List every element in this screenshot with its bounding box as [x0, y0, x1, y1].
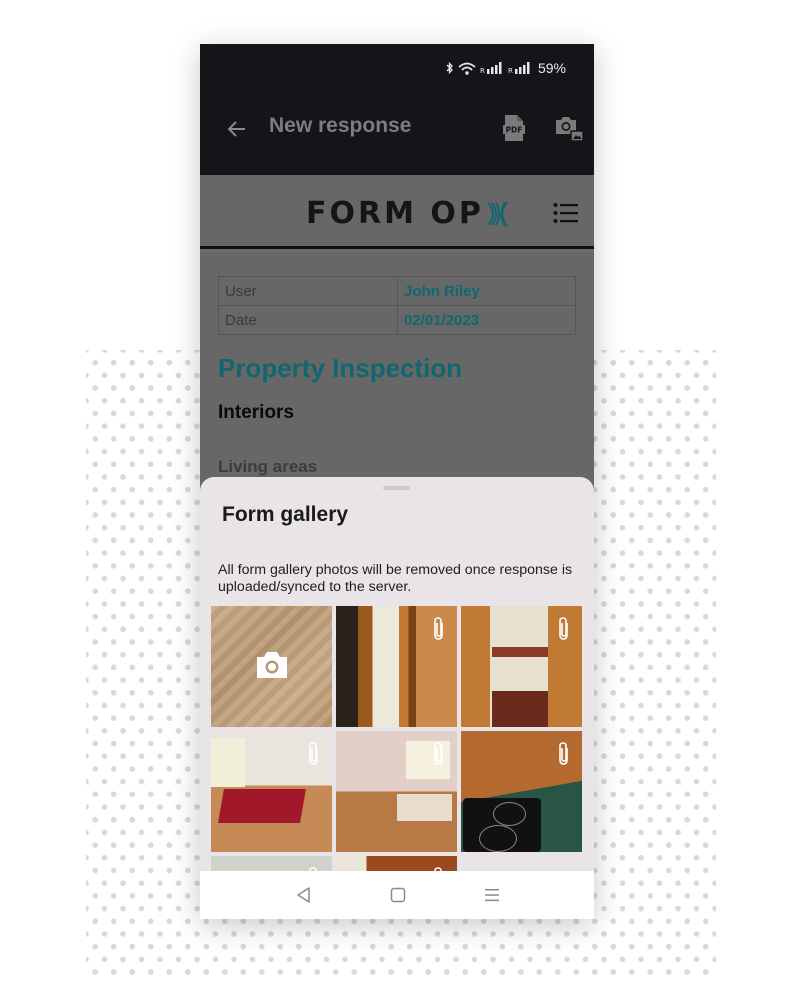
sheet-title: Form gallery: [222, 503, 349, 526]
pdf-file-icon: PDF: [503, 115, 525, 141]
photo-detail: [492, 647, 549, 657]
photo-detail: [211, 738, 245, 787]
svg-text:PDF: PDF: [506, 126, 523, 135]
back-button[interactable]: [224, 116, 250, 142]
nav-back-button[interactable]: [294, 885, 314, 905]
app-bar: New response PDF: [200, 92, 594, 175]
gallery-button[interactable]: [554, 114, 584, 142]
camera-capture-tile[interactable]: [211, 606, 332, 727]
export-pdf-button[interactable]: PDF: [502, 114, 526, 142]
info-value: 02/01/2023: [397, 305, 576, 335]
nav-recents-button[interactable]: [482, 885, 502, 905]
photo-detail: [396, 793, 453, 821]
home-square-icon: [390, 887, 406, 903]
section-menu-button[interactable]: [553, 202, 579, 224]
svg-text:R: R: [508, 67, 513, 74]
bluetooth-icon: [446, 62, 453, 74]
page-title: New response: [269, 114, 412, 137]
system-nav-bar: [200, 871, 594, 919]
paperclip-icon: [434, 742, 443, 765]
paperclip-icon: [434, 617, 443, 640]
back-triangle-icon: [297, 887, 310, 903]
sheet-drag-handle[interactable]: [383, 486, 410, 490]
gallery-photo[interactable]: [211, 731, 332, 852]
nav-home-button[interactable]: [388, 885, 408, 905]
sheet-note: All form gallery photos will be removed …: [218, 562, 573, 595]
info-label: Date: [218, 305, 398, 335]
signal-roaming-icon: R: [480, 62, 502, 74]
battery-level: 59%: [537, 60, 566, 76]
svg-text:R: R: [480, 67, 485, 74]
paperclip-icon: [559, 617, 568, 640]
brand-header: FORM OP: [200, 175, 594, 249]
table-row: Date 02/01/2023: [218, 305, 576, 335]
subsection-title: Living areas: [218, 457, 318, 476]
camera-gallery-icon: [556, 117, 584, 142]
photo-detail: [217, 789, 306, 823]
brand-name: FORM OP: [306, 196, 484, 231]
table-row: User John Riley: [218, 276, 576, 306]
status-icons: R R 59%: [446, 60, 566, 76]
paperclip-icon: [309, 742, 318, 765]
phone-screen: R R 59% New response PDF FORM OP User Jo: [200, 44, 594, 919]
form-title: Property Inspection: [218, 353, 463, 383]
gallery-photo[interactable]: [336, 731, 457, 852]
info-value: John Riley: [397, 276, 576, 306]
paperclip-icon: [559, 742, 568, 765]
info-label: User: [218, 276, 398, 306]
gallery-photo[interactable]: [461, 731, 582, 852]
brand-logo: FORM OP: [306, 196, 509, 231]
camera-icon: [257, 652, 287, 678]
gallery-photo[interactable]: [336, 606, 457, 727]
recents-menu-icon: [485, 889, 499, 902]
wifi-icon: [458, 62, 476, 75]
signal-roaming-icon: R: [508, 62, 530, 74]
photo-detail: [492, 690, 549, 727]
gallery-photo[interactable]: [461, 606, 582, 727]
photo-detail: [463, 797, 541, 852]
form-gallery-sheet: Form gallery All form gallery photos wil…: [200, 477, 594, 919]
response-info-table: User John Riley Date 02/01/2023: [218, 276, 576, 335]
brand-x-mark-icon: [487, 201, 508, 226]
list-menu-icon: [553, 203, 578, 223]
arrow-left-icon: [227, 121, 245, 137]
status-bar: R R 59%: [200, 44, 594, 92]
section-title: Interiors: [218, 402, 295, 423]
